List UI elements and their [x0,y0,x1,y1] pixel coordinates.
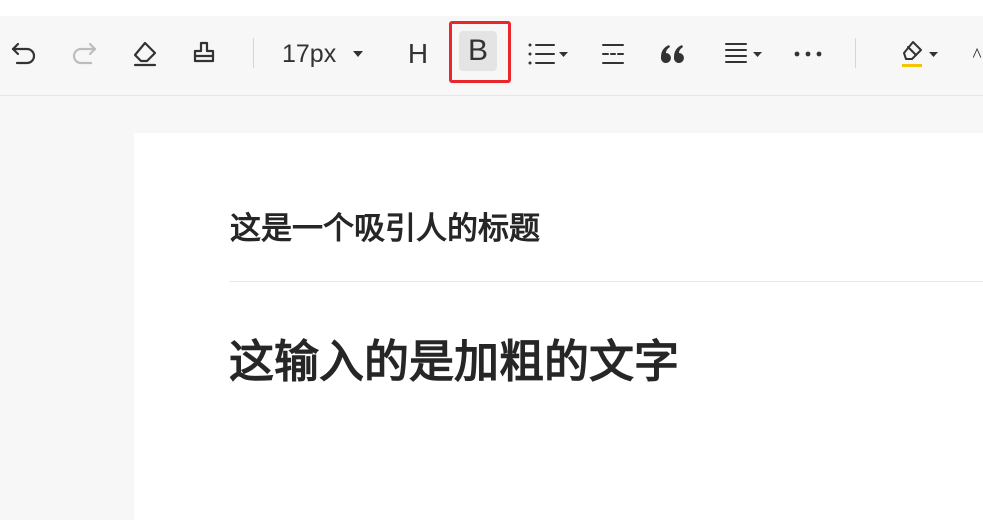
eraser-icon [133,41,157,67]
align-justify-icon [724,43,747,63]
document-title[interactable]: 这是一个吸引人的标题 [230,203,540,248]
heading-label: H [407,38,429,69]
chevron-down-icon [353,51,364,57]
highlight-color-dropdown[interactable] [893,36,943,72]
clear-format-button[interactable] [129,38,161,70]
redo-icon [72,42,97,65]
format-painter-button[interactable] [188,38,220,70]
chevron-down-icon [928,51,938,57]
font-color-button[interactable] [972,36,983,72]
more-icon [794,51,822,57]
redo-button[interactable] [68,38,100,70]
horizontal-rule-icon [602,44,624,64]
highlighter-icon [901,41,922,67]
toolbar-separator [253,38,254,68]
bold-highlight-frame [449,21,511,83]
format-painter-icon [193,41,215,63]
undo-button[interactable] [8,38,40,70]
toolbar-separator [855,38,856,68]
font-color-icon [972,47,982,58]
bulleted-list-icon [528,43,555,65]
undo-icon [11,42,36,65]
top-strip [0,0,983,16]
font-size-value: 17px [282,39,337,68]
heading-button[interactable]: H [401,36,435,72]
document-page[interactable]: 这是一个吸引人的标题 这输入的是加粗的文字 [134,133,983,520]
quote-icon [660,45,684,63]
title-divider [230,281,983,282]
more-button[interactable] [790,38,826,70]
quote-button[interactable] [656,38,688,70]
chevron-down-icon [558,51,568,57]
bold-paragraph[interactable]: 这输入的是加粗的文字 [229,325,679,390]
editor-toolbar: 17px H B [0,16,983,96]
align-dropdown[interactable] [718,38,766,70]
list-dropdown[interactable] [524,38,570,70]
chevron-down-icon [752,51,762,57]
font-size-dropdown[interactable]: 17px [282,36,380,72]
divider-button[interactable] [597,38,629,70]
